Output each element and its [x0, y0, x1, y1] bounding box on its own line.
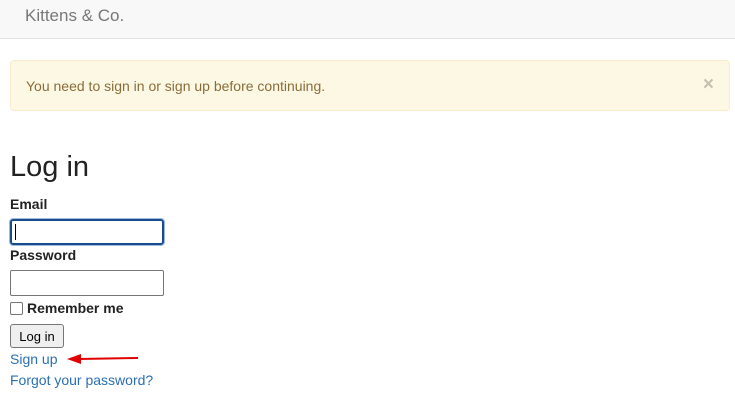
remember-me-label[interactable]: Remember me — [27, 299, 124, 317]
remember-me-checkbox[interactable] — [10, 301, 23, 315]
alert-message: You need to sign in or sign up before co… — [26, 78, 326, 94]
close-icon[interactable]: × — [703, 75, 714, 94]
arrow-head — [67, 354, 81, 364]
forgot-password-link[interactable]: Forgot your password? — [10, 371, 153, 389]
email-field[interactable] — [9, 218, 165, 246]
password-label: Password — [10, 247, 77, 263]
remember-me-row: Remember me — [10, 299, 124, 317]
sign-up-link[interactable]: Sign up — [10, 350, 57, 368]
login-button[interactable]: Log in — [10, 324, 64, 348]
brand-link[interactable]: Kittens & Co. — [25, 6, 124, 26]
alert-warning: You need to sign in or sign up before co… — [10, 60, 730, 111]
password-field[interactable] — [10, 270, 164, 296]
left-arrow-icon — [67, 354, 139, 364]
email-label: Email — [10, 196, 48, 212]
arrow-shaft — [78, 357, 139, 360]
text-caret — [15, 224, 16, 240]
navbar: Kittens & Co. — [0, 0, 735, 39]
page-title: Log in — [10, 151, 90, 183]
